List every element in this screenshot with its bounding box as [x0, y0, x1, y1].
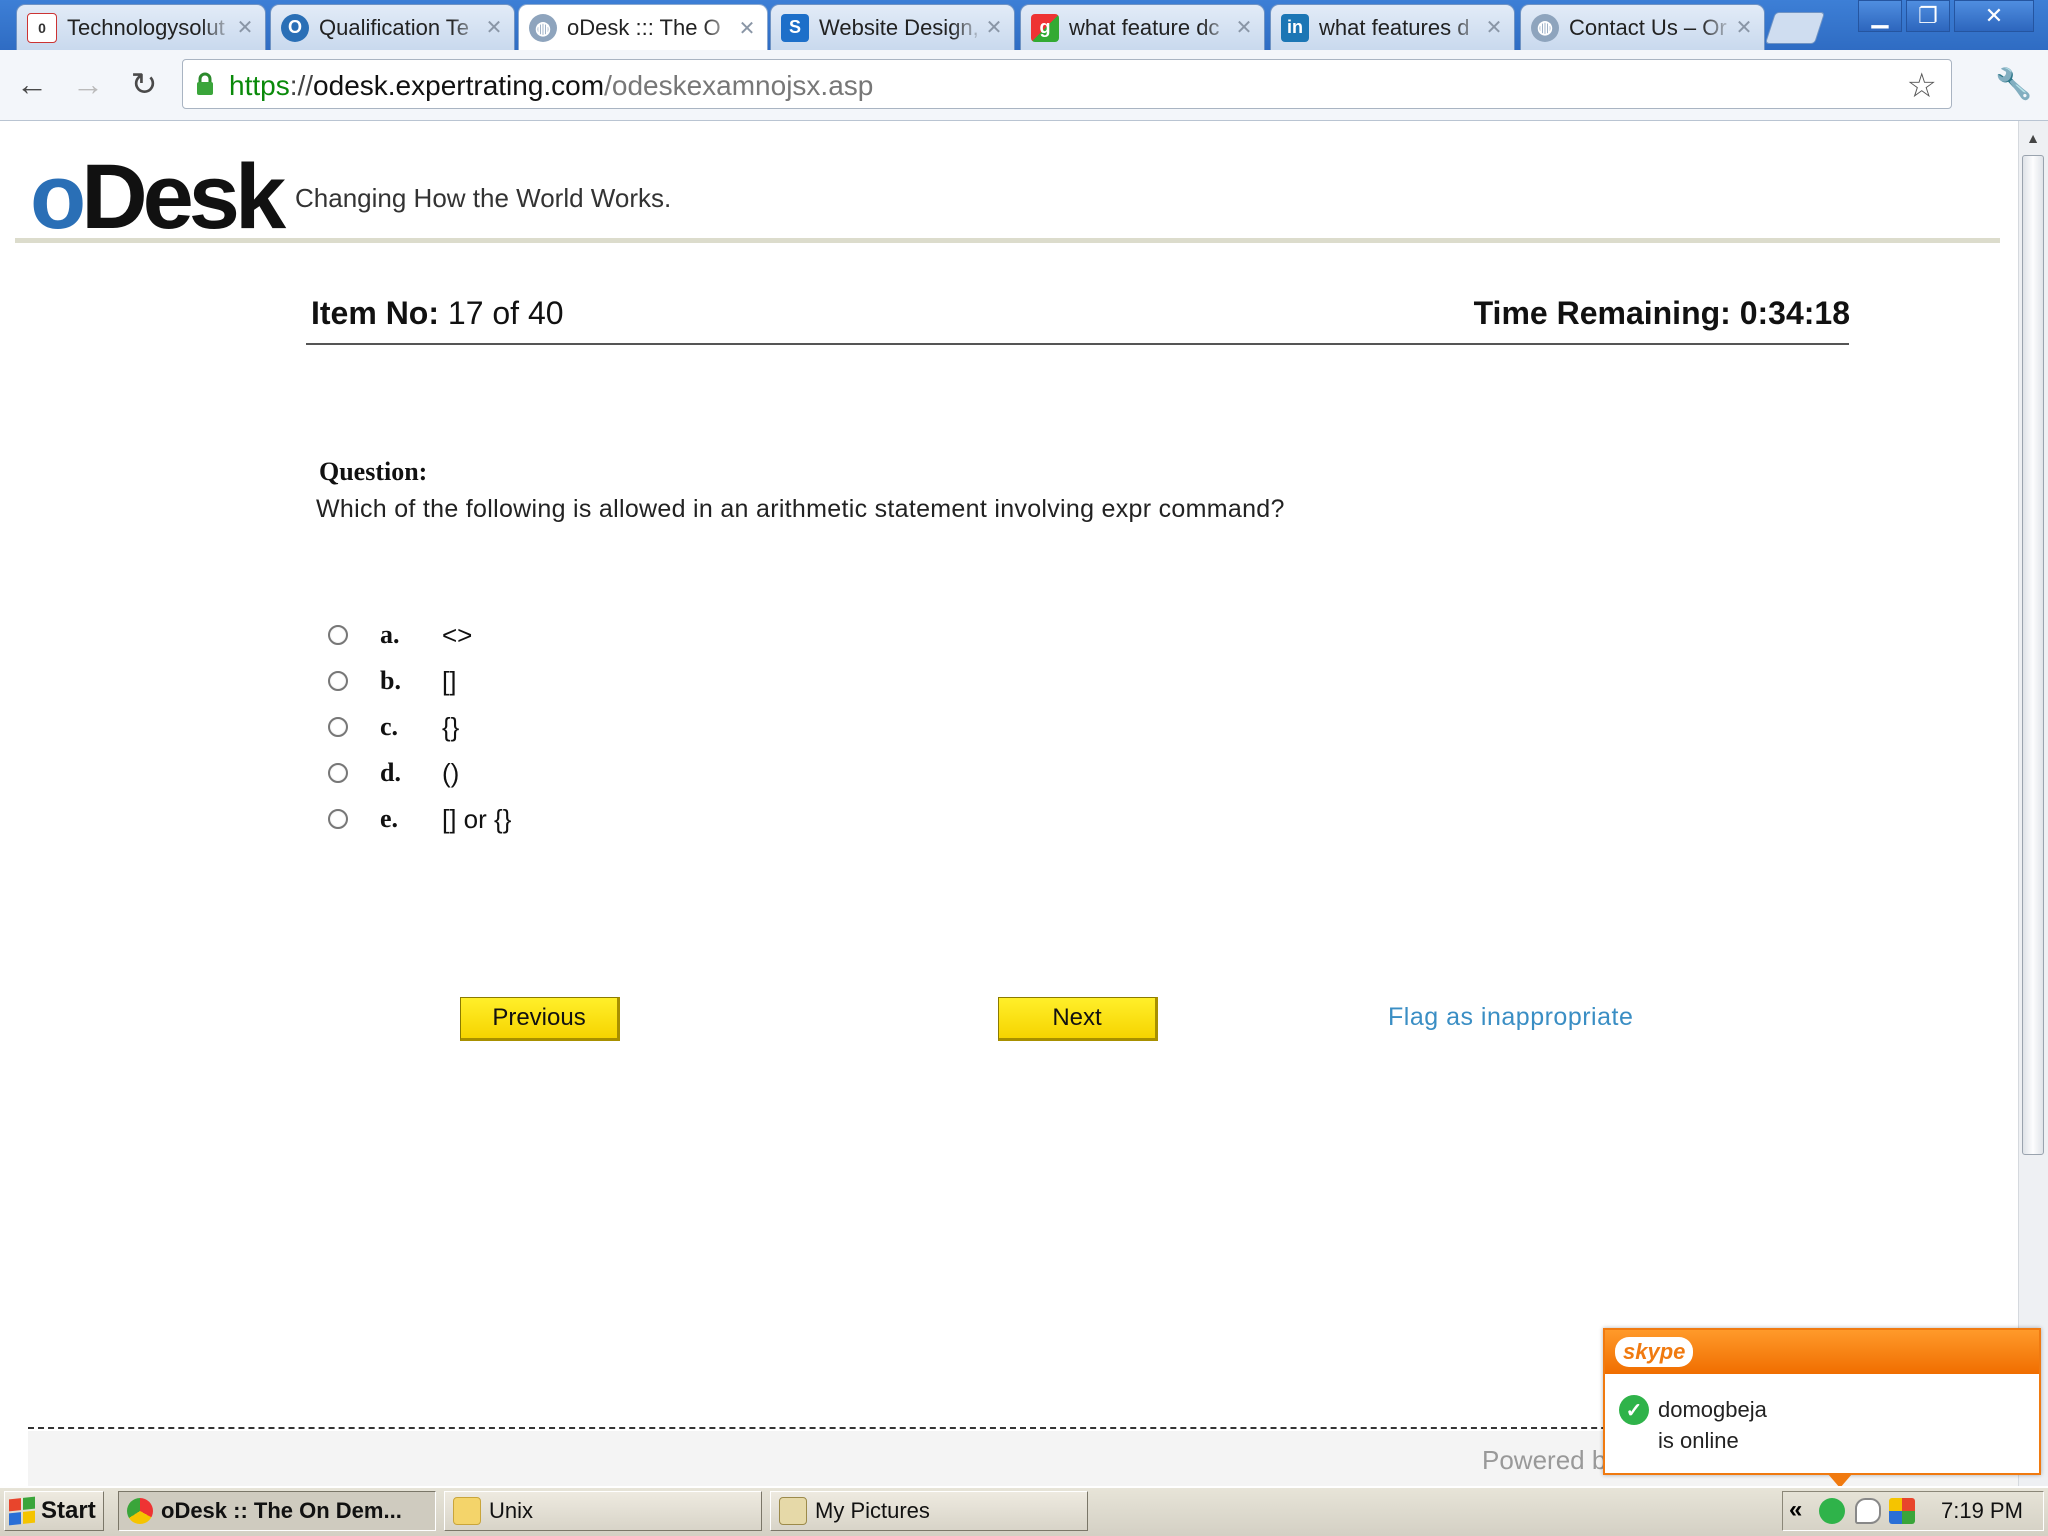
flag-inappropriate-link[interactable]: Flag as inappropriate — [1388, 1003, 1633, 1032]
tab-google-search[interactable]: g what feature dc ✕ — [1020, 4, 1265, 50]
tab-odesk-active[interactable]: ◍ oDesk ::: The O ✕ — [518, 4, 768, 51]
tab-contact-us[interactable]: ◍ Contact Us – Or ✕ — [1520, 4, 1765, 50]
option-text: [] or {} — [442, 803, 512, 834]
new-tab-button[interactable] — [1764, 12, 1826, 44]
option-text: [] — [442, 665, 457, 696]
online-check-icon: ✓ — [1619, 1395, 1649, 1425]
previous-button[interactable]: Previous — [460, 997, 620, 1041]
system-tray: « 7:19 PM — [1782, 1491, 2044, 1531]
close-icon[interactable]: ✕ — [984, 15, 1004, 40]
windows-flag-tray-icon[interactable] — [1889, 1498, 1915, 1524]
option-letter: c. — [380, 712, 399, 741]
close-icon[interactable]: ✕ — [737, 16, 757, 41]
linkedin-icon: in — [1281, 13, 1309, 42]
time-remaining: Time Remaining: 0:34:18 — [1473, 295, 1850, 331]
back-arrow-icon[interactable]: ← — [12, 64, 52, 104]
option-letter: d. — [380, 758, 401, 787]
url-text: https://odesk.expertrating.com/odeskexam… — [229, 70, 874, 101]
gmail-icon: 0 — [27, 12, 57, 43]
wrench-icon[interactable]: 🔧 — [1994, 64, 2034, 104]
option-text: {} — [442, 711, 460, 742]
skype-status: is online — [1658, 1428, 1739, 1453]
browser-toolbar: ← → ↻ https://odesk.expertrating.com/ode… — [0, 50, 2048, 121]
question-label: Question: — [319, 457, 428, 486]
radio-option-e[interactable] — [328, 809, 348, 829]
item-divider — [306, 343, 1849, 345]
page-content: oDesk Changing How the World Works. Item… — [0, 121, 2018, 1486]
browser-tab-strip: 0 Technologysolut ✕ O Qualification Te ✕… — [0, 0, 2048, 51]
skype-tray-icon[interactable] — [1819, 1498, 1845, 1524]
chat-bubble-icon[interactable] — [1855, 1498, 1881, 1524]
taskbar-item-odesk[interactable]: oDesk :: The On Dem... — [118, 1491, 436, 1531]
windows-logo-icon — [9, 1496, 35, 1526]
globe-icon: ◍ — [1531, 13, 1559, 42]
skype-notification[interactable]: skype ✓ domogbeja is online — [1603, 1328, 2041, 1475]
option-d[interactable]: d. () — [328, 756, 459, 790]
powered-by-text: Powered b — [1482, 1445, 1607, 1475]
start-button[interactable]: Start — [4, 1491, 104, 1531]
google-icon: g — [1031, 13, 1059, 42]
restore-icon[interactable]: ❐ — [1906, 0, 1950, 32]
forward-arrow-icon[interactable]: → — [68, 64, 108, 104]
chrome-icon — [127, 1498, 153, 1524]
taskbar-item-unix[interactable]: Unix — [444, 1491, 762, 1531]
scroll-up-arrow-icon[interactable]: ▲ — [2022, 125, 2044, 151]
odesk-logo[interactable]: oDesk — [30, 151, 286, 243]
close-icon[interactable]: ✕ — [1484, 15, 1504, 40]
minimize-icon[interactable]: ▁ — [1858, 0, 1902, 32]
close-window-icon[interactable]: ✕ — [1954, 0, 2034, 32]
option-b[interactable]: b. [] — [328, 664, 456, 698]
option-a[interactable]: a. <> — [328, 618, 472, 652]
odesk-icon: O — [281, 13, 309, 42]
lock-icon — [195, 72, 215, 96]
tab-website-design[interactable]: S Website Design, ✕ — [770, 4, 1015, 50]
header-divider — [15, 238, 2000, 243]
skype-logo: skype — [1615, 1337, 1694, 1367]
item-number: Item No: 17 of 40 — [311, 295, 564, 331]
radio-option-b[interactable] — [328, 671, 348, 691]
tab-qualification[interactable]: O Qualification Te ✕ — [270, 4, 515, 50]
option-letter: b. — [380, 666, 401, 695]
tab-linkedin[interactable]: in what features d ✕ — [1270, 4, 1515, 50]
radio-option-a[interactable] — [328, 625, 348, 645]
radio-option-c[interactable] — [328, 717, 348, 737]
s-logo-icon: S — [781, 13, 809, 42]
next-button[interactable]: Next — [998, 997, 1158, 1041]
address-bar[interactable]: https://odesk.expertrating.com/odeskexam… — [182, 59, 1952, 109]
option-text: () — [442, 757, 460, 788]
option-c[interactable]: c. {} — [328, 710, 459, 744]
skype-header: skype — [1605, 1330, 2039, 1374]
question-text: Which of the following is allowed in an … — [316, 495, 1285, 523]
option-letter: e. — [380, 804, 399, 833]
reload-icon[interactable]: ↻ — [124, 64, 164, 104]
windows-taskbar: Start oDesk :: The On Dem... Unix My Pic… — [0, 1486, 2048, 1536]
close-icon[interactable]: ✕ — [1734, 15, 1754, 40]
clock[interactable]: 7:19 PM — [1941, 1498, 2023, 1524]
close-icon[interactable]: ✕ — [235, 15, 255, 40]
vertical-scrollbar[interactable]: ▲ — [2018, 121, 2048, 1486]
option-e[interactable]: e. [] or {} — [328, 802, 511, 836]
tagline: Changing How the World Works. — [295, 183, 672, 213]
scroll-thumb[interactable] — [2022, 155, 2044, 1155]
close-icon[interactable]: ✕ — [1234, 15, 1254, 40]
option-letter: a. — [380, 620, 400, 649]
radio-option-d[interactable] — [328, 763, 348, 783]
tray-expand-chevron-icon[interactable]: « — [1789, 1496, 1802, 1524]
tab-gmail[interactable]: 0 Technologysolut ✕ — [16, 4, 266, 50]
option-text: <> — [442, 619, 473, 650]
pictures-folder-icon — [779, 1497, 807, 1525]
skype-username: domogbeja — [1658, 1397, 1767, 1422]
globe-icon: ◍ — [529, 14, 557, 42]
folder-icon — [453, 1497, 481, 1525]
close-icon[interactable]: ✕ — [484, 15, 504, 40]
bookmark-star-icon[interactable]: ☆ — [1907, 66, 1937, 106]
taskbar-item-my-pictures[interactable]: My Pictures — [770, 1491, 1088, 1531]
